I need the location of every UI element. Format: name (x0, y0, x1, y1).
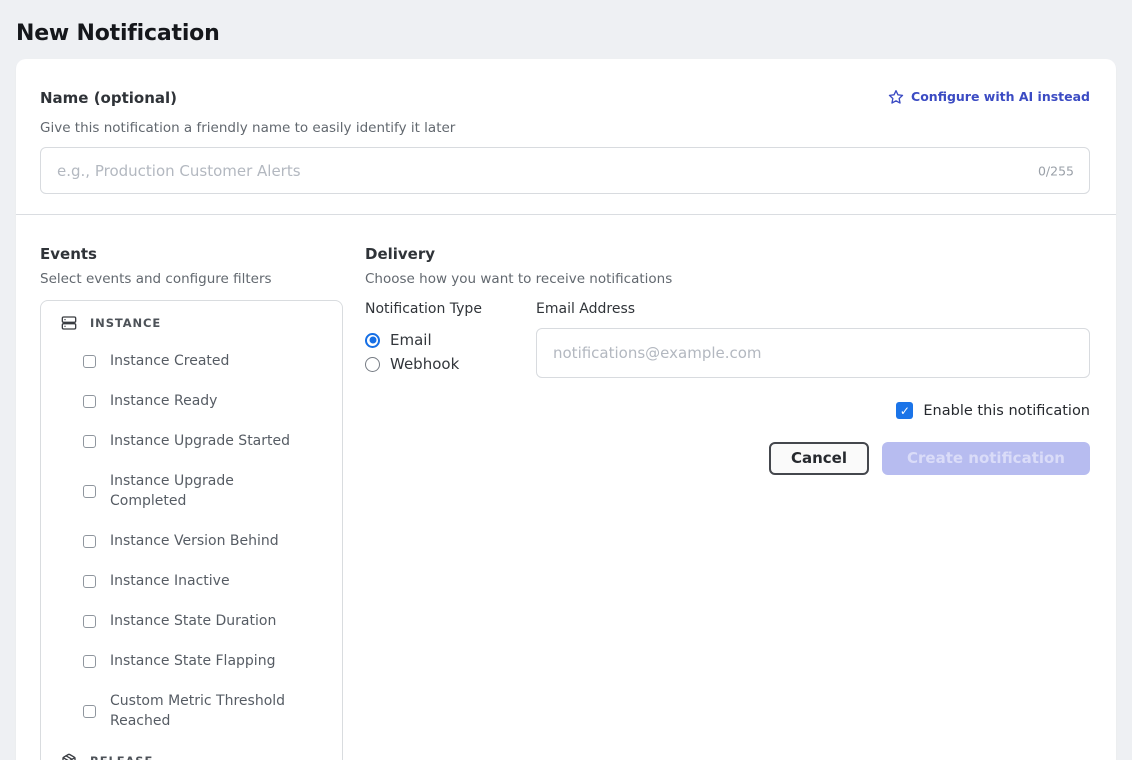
configure-with-ai-label: Configure with AI instead (911, 89, 1090, 105)
events-list: INSTANCE Instance Created Instance Ready In… (40, 300, 343, 760)
enable-notification-label: Enable this notification (923, 403, 1090, 419)
event-group-label: RELEASE (90, 754, 153, 760)
event-item[interactable]: Custom Metric Threshold Reached (83, 691, 328, 731)
event-item[interactable]: Instance Created (83, 351, 328, 371)
configure-with-ai-link[interactable]: Configure with AI instead (888, 89, 1090, 105)
name-input[interactable] (40, 147, 1090, 194)
section-divider (16, 214, 1116, 215)
delivery-column: Delivery Choose how you want to receive … (365, 245, 1090, 760)
checkbox-icon[interactable] (83, 705, 96, 718)
checkbox-icon[interactable] (83, 355, 96, 368)
radio-icon[interactable] (365, 357, 380, 372)
email-address-label: Email Address (536, 300, 1090, 318)
checkbox-icon[interactable] (83, 435, 96, 448)
event-item-label: Instance State Flapping (110, 651, 275, 671)
enable-notification-checkbox[interactable]: ✓ (896, 402, 913, 419)
event-item[interactable]: Instance Version Behind (83, 531, 328, 551)
email-address-input[interactable] (536, 328, 1090, 378)
events-heading: Events (40, 245, 343, 263)
checkbox-icon[interactable] (83, 575, 96, 588)
event-item-label: Instance Created (110, 351, 229, 371)
event-item[interactable]: Instance State Flapping (83, 651, 328, 671)
delivery-heading: Delivery (365, 245, 1090, 263)
radio-label: Webhook (390, 355, 459, 373)
event-item[interactable]: Instance State Duration (83, 611, 328, 631)
checkbox-icon[interactable] (83, 655, 96, 668)
events-description: Select events and configure filters (40, 270, 343, 288)
char-counter: 0/255 (1038, 163, 1074, 178)
event-item-label: Instance Upgrade Started (110, 431, 290, 451)
event-item-label: Instance Ready (110, 391, 217, 411)
cancel-button[interactable]: Cancel (769, 442, 869, 475)
star-icon (888, 89, 904, 105)
name-section-description: Give this notification a friendly name t… (40, 119, 1090, 137)
event-item[interactable]: Instance Upgrade Started (83, 431, 328, 451)
events-column: Events Select events and configure filte… (40, 245, 343, 760)
notification-type-option-webhook[interactable]: Webhook (365, 352, 536, 376)
event-group-label: INSTANCE (90, 316, 161, 330)
event-group-header: INSTANCE (61, 315, 328, 331)
name-section-label: Name (optional) (40, 89, 177, 107)
event-item-label: Instance State Duration (110, 611, 276, 631)
checkbox-icon[interactable] (83, 535, 96, 548)
delivery-description: Choose how you want to receive notificat… (365, 270, 1090, 288)
event-item-label: Instance Inactive (110, 571, 230, 591)
name-section: Name (optional) Configure with AI instea… (16, 59, 1116, 194)
page-title: New Notification (16, 21, 1116, 46)
radio-label: Email (390, 331, 432, 349)
event-item[interactable]: Instance Upgrade Completed (83, 471, 328, 511)
notification-type-option-email[interactable]: Email (365, 328, 536, 352)
checkbox-icon[interactable] (83, 395, 96, 408)
checkbox-icon[interactable] (83, 485, 96, 498)
event-item-label: Custom Metric Threshold Reached (110, 691, 296, 731)
package-icon (61, 753, 77, 760)
event-group-header: RELEASE (61, 753, 328, 760)
event-item[interactable]: Instance Inactive (83, 571, 328, 591)
event-item-label: Instance Upgrade Completed (110, 471, 296, 511)
event-item-label: Instance Version Behind (110, 531, 279, 551)
radio-icon[interactable] (365, 333, 380, 348)
notification-type-options: Email Webhook (365, 328, 536, 376)
create-notification-button[interactable]: Create notification (882, 442, 1090, 475)
notification-type-label: Notification Type (365, 300, 536, 318)
server-icon (61, 315, 77, 331)
event-item[interactable]: Instance Ready (83, 391, 328, 411)
page-header: New Notification (0, 0, 1132, 46)
new-notification-card: Name (optional) Configure with AI instea… (16, 59, 1116, 760)
checkbox-icon[interactable] (83, 615, 96, 628)
